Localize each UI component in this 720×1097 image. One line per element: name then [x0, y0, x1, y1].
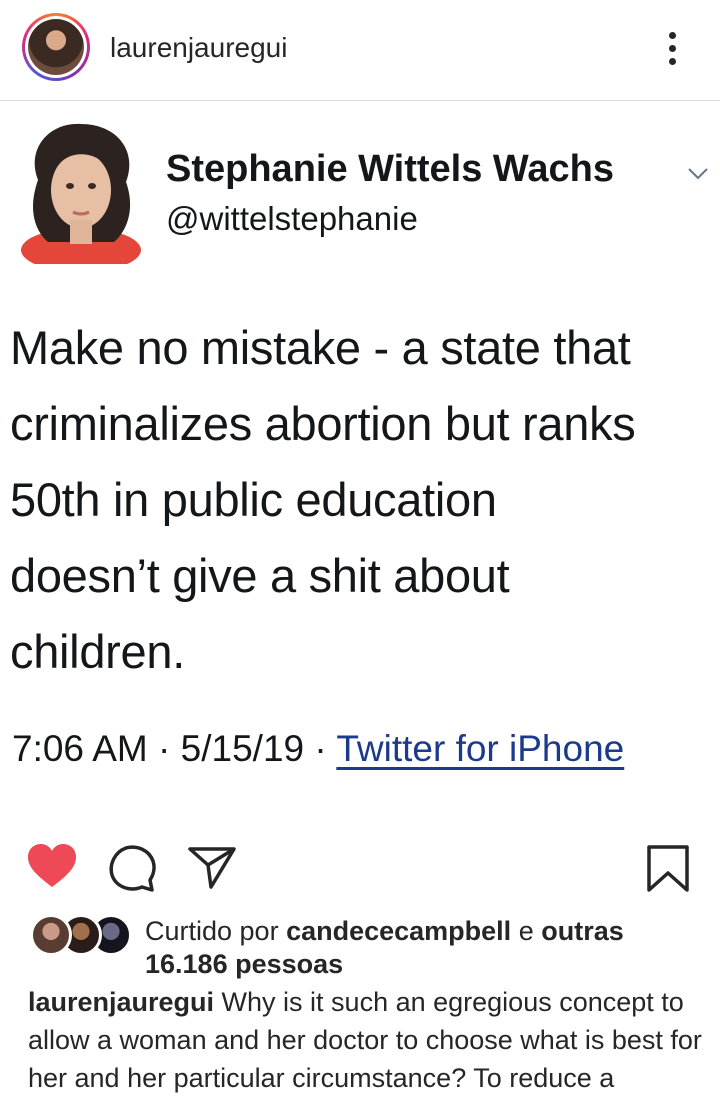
meta-separator: ·: [147, 728, 181, 769]
liker-avatar: [30, 914, 72, 956]
caption-username[interactable]: laurenjauregui: [28, 987, 214, 1017]
chevron-down-icon: [688, 168, 708, 180]
tweet-text-line: children.: [10, 625, 185, 678]
tweet-text-line: criminalizes abortion but ranks: [10, 397, 636, 450]
meta-separator: ·: [304, 728, 337, 769]
tweet-text: Make no mistake - a state that criminali…: [10, 310, 710, 690]
more-options-icon[interactable]: [660, 30, 684, 70]
tweet-image[interactable]: Stephanie Wittels Wachs @wittelstephanie…: [0, 101, 720, 831]
tweet-avatar: [21, 123, 141, 264]
tweet-text-line: 50th in public education: [10, 473, 497, 526]
likes-prefix: Curtido por: [145, 916, 287, 946]
post-header: laurenjauregui: [0, 0, 720, 101]
tweet-text-line: Make no mistake - a state that: [10, 321, 631, 374]
bookmark-icon[interactable]: [646, 844, 690, 894]
tweet-date: 5/15/19: [180, 728, 305, 769]
comment-icon[interactable]: [108, 844, 156, 892]
likes-summary[interactable]: Curtido por candececampbell e outras 16.…: [0, 910, 720, 980]
tweet-text-line: doesn’t give a shit about: [10, 549, 510, 602]
post-username[interactable]: laurenjauregui: [110, 32, 287, 64]
tweet-meta: 7:06 AM · 5/15/19 · Twitter for iPhone: [12, 728, 624, 770]
profile-avatar[interactable]: [22, 13, 90, 81]
tweet-display-name: Stephanie Wittels Wachs: [166, 148, 615, 190]
action-bar: [0, 838, 720, 898]
post-caption: laurenjauregui Why is it such an egregio…: [28, 983, 708, 1097]
tweet-time: 7:06 AM: [12, 728, 148, 769]
heart-icon[interactable]: [26, 843, 78, 889]
likes-middle: e: [511, 916, 542, 946]
tweet-source-link: Twitter for iPhone: [336, 728, 625, 769]
likes-text: Curtido por candececampbell e outras 16.…: [145, 915, 705, 981]
share-icon[interactable]: [187, 846, 237, 890]
liker-username[interactable]: candececampbell: [286, 916, 511, 946]
tweet-handle: @wittelstephanie: [166, 200, 418, 237]
